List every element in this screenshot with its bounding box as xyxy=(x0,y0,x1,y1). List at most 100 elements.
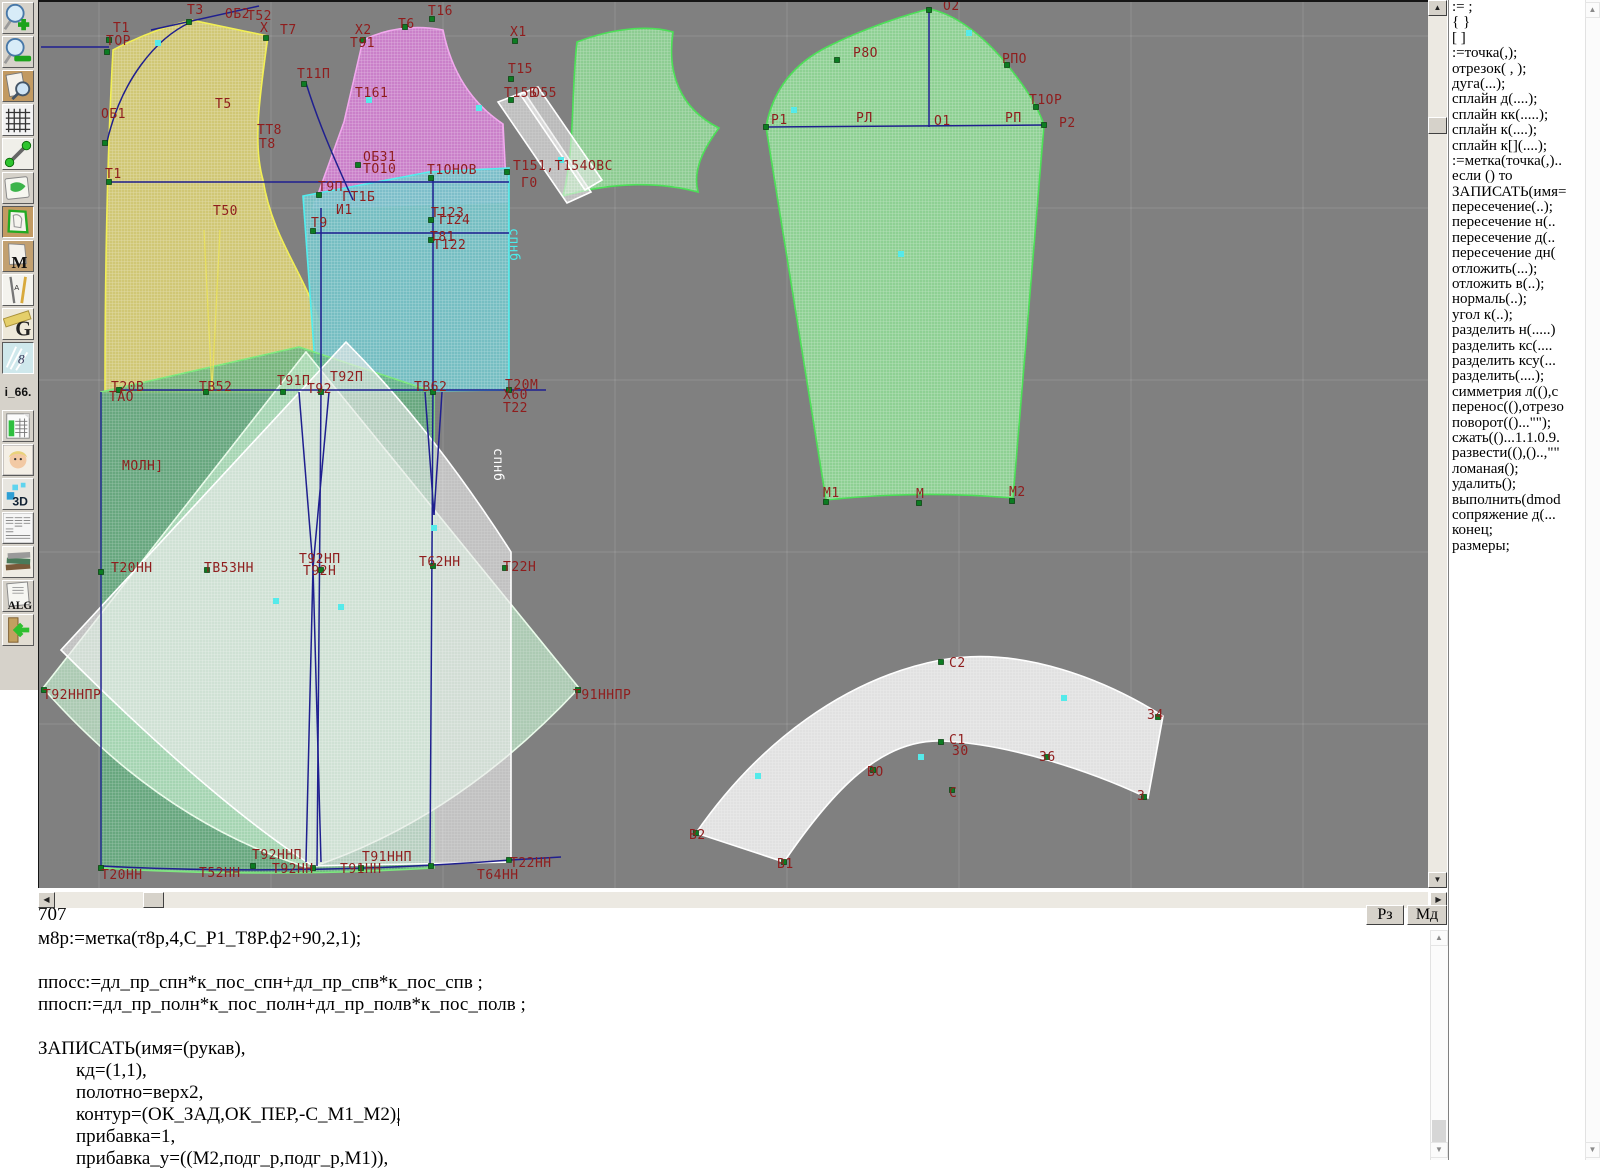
command-list-item[interactable]: сплайн кк(.....); xyxy=(1449,108,1585,123)
editor-line[interactable]: кд=(1,1), xyxy=(38,1060,526,1082)
canvas-hscroll-track[interactable] xyxy=(55,892,1428,908)
command-list-item[interactable]: := ; xyxy=(1449,0,1585,15)
point-marker[interactable] xyxy=(281,390,286,395)
zoom-in-icon[interactable] xyxy=(2,2,34,34)
command-list-item[interactable]: отложить(...); xyxy=(1449,262,1585,277)
aux-point-marker[interactable] xyxy=(1061,695,1067,701)
command-list-item[interactable]: конец; xyxy=(1449,523,1585,538)
editor-line[interactable]: контур=(ОК_ЗАД,ОК_ПЕР,-С_М1_М2), xyxy=(38,1104,526,1126)
aux-point-marker[interactable] xyxy=(155,40,161,46)
command-list-item[interactable]: разделить н(.....) xyxy=(1449,323,1585,338)
editor-line[interactable] xyxy=(38,950,526,972)
point-marker[interactable] xyxy=(429,864,434,869)
model-photo-icon[interactable] xyxy=(2,444,34,476)
pattern-piece-icon[interactable] xyxy=(2,206,34,238)
i66-label[interactable]: i_66. xyxy=(2,376,34,408)
command-list-item[interactable]: :=точка(,); xyxy=(1449,46,1585,61)
editor-line[interactable]: прибавка=1, xyxy=(38,1126,526,1148)
print-preview-icon[interactable] xyxy=(2,70,34,102)
editor-line[interactable]: м8р:=метка(т8р,4,С_Р1_Т8Р.ф2+90,2,1); xyxy=(38,928,526,950)
point-marker[interactable] xyxy=(264,36,269,41)
aux-point-marker[interactable] xyxy=(755,773,761,779)
point-marker[interactable] xyxy=(505,170,510,175)
command-list-item[interactable]: перенос((),отрезо xyxy=(1449,400,1585,415)
canvas-vscroll-up-icon[interactable]: ▲ xyxy=(1428,0,1447,16)
point-marker[interactable] xyxy=(356,163,361,168)
point-marker[interactable] xyxy=(103,141,108,146)
command-list-item[interactable]: сплайн д(....); xyxy=(1449,92,1585,107)
aux-point-marker[interactable] xyxy=(898,251,904,257)
exit-door-icon[interactable] xyxy=(2,614,34,646)
command-list-item[interactable]: пересечение дн( xyxy=(1449,246,1585,261)
aux-point-marker[interactable] xyxy=(918,754,924,760)
aux-point-marker[interactable] xyxy=(273,598,279,604)
grid-icon[interactable] xyxy=(2,104,34,136)
editor-line[interactable]: полотно=верх2, xyxy=(38,1082,526,1104)
command-list-item[interactable]: пересечение(..); xyxy=(1449,200,1585,215)
editor-line[interactable]: ЗАПИСАТЬ(имя=(рукав), xyxy=(38,1038,526,1060)
view-3d-icon[interactable]: 3D xyxy=(2,478,34,510)
editor-vscroll-thumb[interactable] xyxy=(1432,1120,1446,1142)
command-list-item[interactable]: размеры; xyxy=(1449,539,1585,554)
aux-point-marker[interactable] xyxy=(338,604,344,610)
command-list-item[interactable]: симметрия л((),с xyxy=(1449,385,1585,400)
canvas-hscroll-left-icon[interactable]: ◀ xyxy=(38,892,55,908)
point-marker[interactable] xyxy=(939,660,944,665)
command-list-item[interactable]: сопряжение д(... xyxy=(1449,508,1585,523)
command-list-item[interactable]: развести((),()..,"" xyxy=(1449,446,1585,461)
point-marker[interactable] xyxy=(764,125,769,130)
command-list-item[interactable]: пересечение н(.. xyxy=(1449,215,1585,230)
command-list-item[interactable]: выполнить(dmod xyxy=(1449,493,1585,508)
point-marker[interactable] xyxy=(927,8,932,13)
size-table-icon[interactable] xyxy=(2,410,34,442)
command-list-item[interactable]: разделить кс(.... xyxy=(1449,339,1585,354)
editor-line[interactable]: прибавка_у=((М2,подг_р,подг_р,М1)), xyxy=(38,1148,526,1170)
command-list-item[interactable]: сжать(()...1.1.0.9. xyxy=(1449,431,1585,446)
command-list-item[interactable]: разделить ксу(... xyxy=(1449,354,1585,369)
command-list-item[interactable]: нормаль(..); xyxy=(1449,292,1585,307)
pattern-m-icon[interactable]: M xyxy=(2,240,34,272)
point-marker[interactable] xyxy=(187,20,192,25)
command-list-item[interactable]: [ ] xyxy=(1449,31,1585,46)
point-marker[interactable] xyxy=(251,864,256,869)
command-list-scroll-up-icon[interactable]: ▲ xyxy=(1585,2,1600,18)
code-editor[interactable]: 707 м8р:=метка(т8р,4,С_Р1_Т8Р.ф2+90,2,1)… xyxy=(0,888,1448,1160)
point-marker[interactable] xyxy=(1042,123,1047,128)
blueprint-icon[interactable]: 8 xyxy=(2,342,34,374)
command-list-item[interactable]: если () то xyxy=(1449,169,1585,184)
aux-point-marker[interactable] xyxy=(476,105,482,111)
command-list-item[interactable]: ЗАПИСАТЬ(имя= xyxy=(1449,185,1585,200)
books-icon[interactable] xyxy=(2,546,34,578)
document-list-icon[interactable] xyxy=(2,512,34,544)
command-list-item[interactable]: поворот(()...""); xyxy=(1449,416,1585,431)
command-list-scroll-down-icon[interactable]: ▼ xyxy=(1585,1142,1600,1158)
command-list-item[interactable]: отрезок( , ); xyxy=(1449,62,1585,77)
zoom-out-icon[interactable] xyxy=(2,36,34,68)
editor-line[interactable]: ппосп:=дл_пр_полн*к_пос_полн+дл_пр_полв*… xyxy=(38,994,526,1016)
command-list-item[interactable]: :=метка(точка(,).. xyxy=(1449,154,1585,169)
editor-vscroll-down-icon[interactable]: ▼ xyxy=(1430,1142,1448,1158)
pattern-canvas[interactable]: Т1ТОРОБ1Т3ОБ2Т52ХТ7Т5ТТ8Т8Т11ПТ50Т1Х2Т91… xyxy=(38,0,1428,888)
canvas-vscroll-down-icon[interactable]: ▼ xyxy=(1428,872,1447,888)
command-list-item[interactable]: ломаная(); xyxy=(1449,462,1585,477)
editor-vscroll-up-icon[interactable]: ▲ xyxy=(1430,930,1448,946)
point-marker[interactable] xyxy=(302,82,307,87)
editor-line[interactable]: ппосс:=дл_пр_спн*к_пос_спн+дл_пр_спв*к_п… xyxy=(38,972,526,994)
command-list-item[interactable]: отложить в(..); xyxy=(1449,277,1585,292)
command-list-item[interactable]: разделить(....); xyxy=(1449,369,1585,384)
canvas-vscroll-thumb[interactable] xyxy=(1428,117,1447,134)
md-button[interactable]: Мд xyxy=(1407,905,1447,925)
command-list-item[interactable]: дуга(...); xyxy=(1449,77,1585,92)
point-marker[interactable] xyxy=(105,50,110,55)
command-list-item[interactable]: удалить(); xyxy=(1449,477,1585,492)
canvas-hscroll-thumb[interactable] xyxy=(143,892,164,908)
command-list-item[interactable]: пересечение д(.. xyxy=(1449,231,1585,246)
aux-point-marker[interactable] xyxy=(966,30,972,36)
aux-point-marker[interactable] xyxy=(791,107,797,113)
point-marker[interactable] xyxy=(99,570,104,575)
aux-point-marker[interactable] xyxy=(431,525,437,531)
command-list-item[interactable]: угол к(..); xyxy=(1449,308,1585,323)
map-sheet-icon[interactable] xyxy=(2,172,34,204)
g-letter-icon[interactable]: G xyxy=(2,308,34,340)
editor-lines[interactable]: м8р:=метка(т8р,4,С_Р1_Т8Р.ф2+90,2,1); ппо… xyxy=(38,928,526,1170)
